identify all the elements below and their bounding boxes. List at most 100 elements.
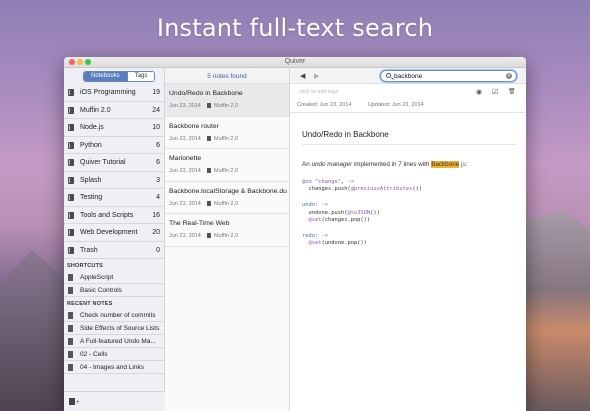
recent-notes-heading: RECENT NOTES <box>67 301 113 307</box>
code-line: undone.push(@toJSON()) <box>302 210 517 217</box>
notebook-icon <box>68 229 74 236</box>
sidebar-item-recent-note[interactable]: Side Effects of Source Lists <box>64 322 165 335</box>
code-line: undo: -> <box>302 202 517 209</box>
note-paragraph: An undo manager implemented in 7 lines w… <box>302 161 468 168</box>
note-notebook: Muffin 2.0 <box>214 168 239 174</box>
presentation-checklist-icon[interactable]: ☑ <box>492 88 498 96</box>
search-highlight: Backbone <box>431 161 460 168</box>
note-icon <box>68 351 73 358</box>
code-token: ()) <box>412 186 423 193</box>
sidebar-item-notebook[interactable]: Splash 3 <box>64 172 165 189</box>
notebook-icon <box>207 168 211 173</box>
list-item[interactable]: Backbone router Jun 23, 2014 Muffin 2.0 <box>165 117 289 149</box>
recent-note-label: Check number of commits <box>80 312 156 319</box>
notebook-icon <box>207 135 211 141</box>
list-item[interactable]: The Real-Time Web Jun 23, 2014 Muffin 2.0 <box>165 214 289 247</box>
tags-input[interactable]: click to add tags <box>299 89 338 95</box>
preview-eye-icon[interactable]: ◉ <box>476 88 482 96</box>
notebook-icon <box>68 89 74 96</box>
sidebar-item-notebook[interactable]: Tools and Scripts 16 <box>64 207 165 224</box>
sidebar-item-recent-note[interactable]: A Full-featured Undo Ma... <box>64 335 165 348</box>
notebook-count: 3 <box>156 176 160 184</box>
list-item[interactable]: Undo/Redo in Backbone Jun 23, 2014 Muffin … <box>165 84 289 117</box>
sidebar-item-shortcut[interactable]: Basic Controls <box>64 284 165 297</box>
code-line: changes.push(@previousAttributes()) <box>302 186 517 193</box>
notebook-label: Web Development <box>80 229 138 236</box>
notebook-count: 20 <box>152 229 160 236</box>
code-token: @on <box>302 179 312 185</box>
note-icon <box>68 287 73 294</box>
code-token: -> <box>321 233 328 240</box>
titlebar[interactable]: Quiver <box>64 57 526 68</box>
sidebar-item-recent-note[interactable]: Check number of commits <box>64 309 165 322</box>
note-title: Undo/Redo in Backbone <box>302 130 517 145</box>
notebook-icon <box>68 141 74 149</box>
notes-found-label: 5 notes found <box>165 68 289 84</box>
sidebar-item-recent-note[interactable]: 04 - Images and Links <box>64 361 165 374</box>
back-arrow-icon[interactable]: ◀ <box>300 72 305 80</box>
tab-tags[interactable]: Tags <box>126 72 155 81</box>
code-token: @toJSON <box>347 209 371 216</box>
tab-notebooks[interactable]: Notebooks <box>84 72 127 81</box>
sidebar-item-shortcut[interactable]: AppleScript <box>64 271 165 284</box>
headline: Instant full-text search <box>156 14 434 42</box>
code-token: "change" <box>315 179 341 185</box>
shortcut-label: Basic Controls <box>80 287 122 294</box>
sidebar-footer: + <box>64 391 165 411</box>
code-token: (changes.pop()) <box>321 216 371 223</box>
note-date: Jun 23, 2014 <box>169 103 201 109</box>
recent-note-label: A Full-featured Undo Ma... <box>80 338 156 345</box>
forward-arrow-icon[interactable]: ▶ <box>314 72 319 80</box>
sidebar-item-notebook[interactable]: Quiver Tutorial 6 <box>64 154 165 172</box>
sidebar-item-notebook[interactable]: iOS Programming 19 <box>64 84 165 102</box>
notebook-label: Quiver Tutorial <box>80 159 126 166</box>
notebook-icon <box>68 211 74 219</box>
editor-toolbar: ◀ ▶ × <box>290 68 526 84</box>
plus-icon[interactable]: + <box>76 400 80 406</box>
note-content[interactable]: Undo/Redo in Backbone An undo manager im… <box>302 130 517 256</box>
list-item[interactable]: Backbone.localStorage & Backbone.du... Ju… <box>165 182 289 214</box>
code-token: undone.push( <box>302 209 348 216</box>
updated-date: Updated: Jun 23, 2014 <box>368 102 424 108</box>
sidebar-item-notebook[interactable]: Web Development 20 <box>64 224 165 242</box>
notebook-count: 4 <box>156 194 160 201</box>
code-token: undo: <box>302 202 319 209</box>
note-notebook: Muffin 2.0 <box>214 103 239 109</box>
note-date: Jun 23, 2014 <box>169 200 201 207</box>
code-line: @set(undone.pop()) <box>302 240 517 247</box>
notebook-icon <box>68 106 74 114</box>
notebook-icon <box>68 124 74 131</box>
sidebar-item-recent-note[interactable]: 02 - Cells <box>64 348 165 361</box>
notebook-count: 6 <box>156 141 160 149</box>
note-notebook: Muffin 2.0 <box>214 200 239 207</box>
code-token: @set <box>308 240 322 247</box>
window-title: Quiver <box>284 58 306 65</box>
note-icon <box>68 364 73 371</box>
list-item[interactable]: Marionette Jun 23, 2014 Muffin 2.0 <box>165 149 289 182</box>
notebook-icon <box>207 233 211 238</box>
new-notebook-icon[interactable] <box>69 398 75 405</box>
sidebar-item-notebook[interactable]: Python 6 <box>64 137 165 154</box>
code-block: redo: -> @set(undone.pop()) <box>302 233 517 247</box>
sidebar-item-notebook[interactable]: Trash 0 <box>64 242 165 259</box>
notebook-count: 10 <box>152 124 160 131</box>
code-token: ()) <box>370 209 380 216</box>
trash-icon[interactable]: 🗑 <box>508 88 516 95</box>
note-notebook: Muffin 2.0 <box>214 135 239 142</box>
clear-search-icon[interactable]: × <box>506 73 512 79</box>
note-date: Jun 23, 2014 <box>169 233 201 239</box>
code-token: changes.push( <box>302 186 351 193</box>
note-icon <box>68 325 73 332</box>
code-line: @on "change", -> <box>302 179 517 186</box>
app-window: Quiver Notebooks Tags iOS Programming 19 M… <box>64 57 526 411</box>
notebook-count: 24 <box>152 106 160 114</box>
notebook-label: Node.js <box>80 124 104 131</box>
sidebar-item-notebook[interactable]: Testing 4 <box>64 189 165 207</box>
sidebar-item-notebook[interactable]: Muffin 2.0 24 <box>64 102 165 119</box>
sidebar-item-notebook[interactable]: Node.js 10 <box>64 119 165 137</box>
recent-note-label: 02 - Cells <box>80 351 108 358</box>
search-field[interactable]: × <box>380 70 517 82</box>
notebook-icon <box>207 200 211 206</box>
search-input[interactable] <box>394 71 499 81</box>
code-block: @on "change", -> changes.push(@previousA… <box>302 179 517 193</box>
